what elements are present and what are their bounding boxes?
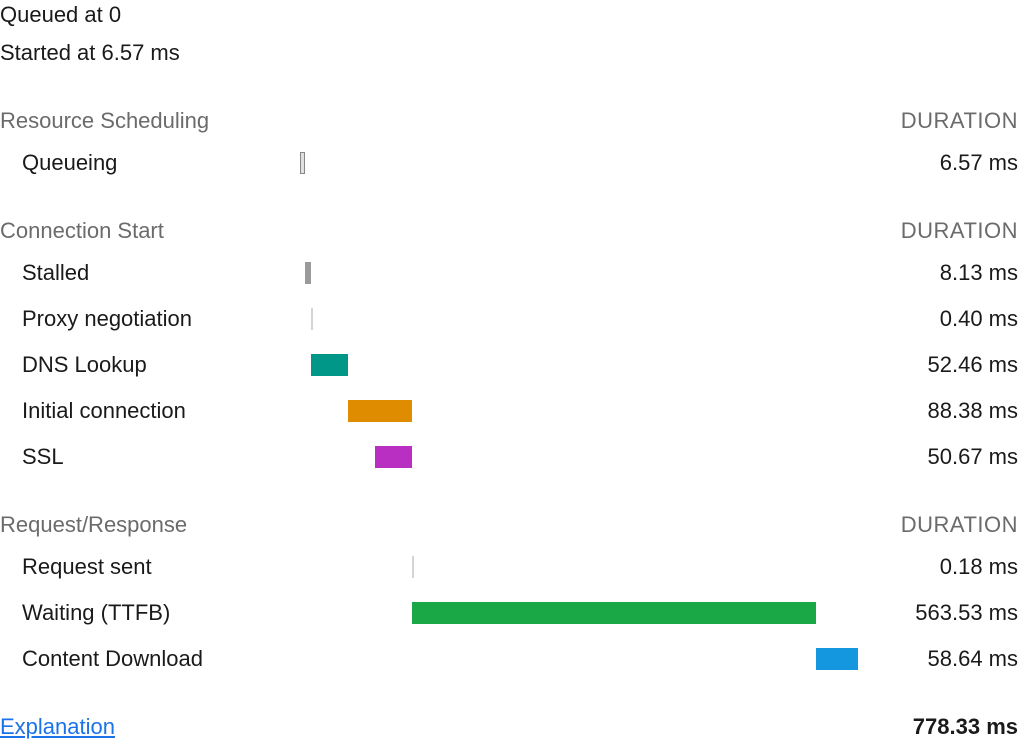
queued-at-line: Queued at 0: [0, 0, 1018, 38]
timing-bar: [412, 602, 816, 624]
timing-row: DNS Lookup 52.46 ms: [0, 342, 1018, 388]
section-title: Request/Response: [0, 512, 187, 538]
timing-row: Proxy negotiation 0.40 ms: [0, 296, 1018, 342]
timing-row: SSL 50.67 ms: [0, 434, 1018, 480]
duration-column-label: DURATION: [901, 512, 1018, 538]
timing-row: Content Download 58.64 ms: [0, 636, 1018, 682]
explanation-link[interactable]: Explanation: [0, 714, 115, 740]
timing-bar: [348, 400, 411, 422]
timing-bar: [311, 354, 349, 376]
timing-row: Queueing 6.57 ms: [0, 140, 1018, 186]
section-resource-scheduling: Resource Scheduling DURATION Queueing 6.57 …: [0, 108, 1018, 186]
timing-row: Stalled 8.13 ms: [0, 250, 1018, 296]
timing-row-label: Proxy negotiation: [0, 306, 300, 332]
timing-bar-track: [300, 600, 858, 626]
timing-row-value: 6.57 ms: [858, 150, 1018, 176]
timing-bar: [311, 308, 313, 330]
timing-panel: Queued at 0 Started at 6.57 ms Resource …: [0, 0, 1018, 740]
timing-row-label: Request sent: [0, 554, 300, 580]
timing-row-label: Waiting (TTFB): [0, 600, 300, 626]
timing-bar-track: [300, 150, 858, 176]
timing-bar: [816, 648, 858, 670]
timing-row-label: DNS Lookup: [0, 352, 300, 378]
timing-row-label: Content Download: [0, 646, 300, 672]
timing-bar-track: [300, 352, 858, 378]
timing-row-value: 50.67 ms: [858, 444, 1018, 470]
timing-row-label: SSL: [0, 444, 300, 470]
timing-bar-track: [300, 646, 858, 672]
timing-bar-track: [300, 260, 858, 286]
duration-column-label: DURATION: [901, 218, 1018, 244]
total-duration: 778.33 ms: [913, 714, 1018, 740]
section-title: Resource Scheduling: [0, 108, 209, 134]
timing-bar-track: [300, 398, 858, 424]
section-header: Request/Response DURATION: [0, 512, 1018, 544]
timing-bar: [300, 152, 305, 174]
timing-row-label: Stalled: [0, 260, 300, 286]
timing-row-value: 58.64 ms: [858, 646, 1018, 672]
section-title: Connection Start: [0, 218, 164, 244]
section-request-response: Request/Response DURATION Request sent 0.18…: [0, 512, 1018, 682]
section-connection-start: Connection Start DURATION Stalled 8.13 ms Pr…: [0, 218, 1018, 480]
timing-bar: [412, 556, 414, 578]
timing-row: Waiting (TTFB) 563.53 ms: [0, 590, 1018, 636]
timing-row-value: 0.40 ms: [858, 306, 1018, 332]
timing-row-value: 52.46 ms: [858, 352, 1018, 378]
timing-row: Initial connection 88.38 ms: [0, 388, 1018, 434]
timing-bar-track: [300, 554, 858, 580]
section-header: Resource Scheduling DURATION: [0, 108, 1018, 140]
timing-bar-track: [300, 444, 858, 470]
timing-row-value: 8.13 ms: [858, 260, 1018, 286]
duration-column-label: DURATION: [901, 108, 1018, 134]
timing-bar: [375, 446, 411, 468]
timing-bar: [305, 262, 311, 284]
section-header: Connection Start DURATION: [0, 218, 1018, 250]
timing-row: Request sent 0.18 ms: [0, 544, 1018, 590]
timing-row-value: 0.18 ms: [858, 554, 1018, 580]
timing-bar-track: [300, 306, 858, 332]
timing-footer: Explanation 778.33 ms: [0, 714, 1018, 740]
started-at-line: Started at 6.57 ms: [0, 38, 1018, 76]
timing-row-value: 88.38 ms: [858, 398, 1018, 424]
timing-row-value: 563.53 ms: [858, 600, 1018, 626]
timing-row-label: Initial connection: [0, 398, 300, 424]
timing-row-label: Queueing: [0, 150, 300, 176]
